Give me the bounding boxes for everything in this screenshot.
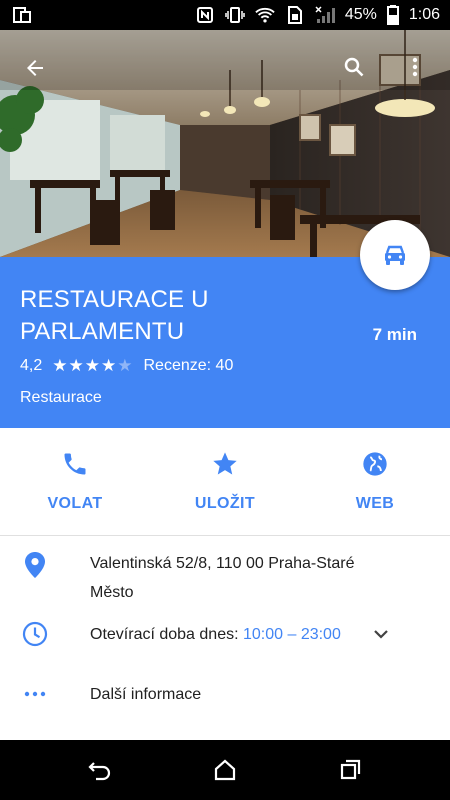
star-empty-icon: ★ bbox=[117, 356, 133, 375]
more-vert-icon bbox=[412, 57, 418, 77]
status-bar: 45% 1:06 bbox=[0, 0, 450, 30]
call-button[interactable]: VOLAT bbox=[0, 428, 150, 535]
travel-time: 7 min bbox=[372, 325, 417, 344]
wifi-icon bbox=[255, 6, 275, 24]
star-icon: ★ bbox=[101, 356, 117, 375]
car-icon bbox=[385, 245, 405, 265]
nav-back-button[interactable] bbox=[86, 756, 114, 784]
address-line-2: Město bbox=[90, 584, 134, 601]
star-icon: ★ bbox=[84, 356, 100, 375]
globe-icon bbox=[363, 452, 387, 476]
clock-icon bbox=[22, 621, 48, 647]
more-info-row[interactable]: Další informace bbox=[0, 680, 450, 710]
call-label: VOLAT bbox=[47, 495, 103, 512]
clock: 1:06 bbox=[408, 6, 440, 23]
sim-card-icon bbox=[285, 6, 305, 24]
address-line-1: Valentinská 52/8, 110 00 Praha-Staré bbox=[90, 555, 355, 572]
arrow-back-icon bbox=[27, 60, 43, 76]
system-nav-bar bbox=[0, 740, 450, 800]
nfc-icon bbox=[195, 6, 215, 24]
search-icon bbox=[344, 57, 364, 77]
battery-icon bbox=[386, 5, 399, 25]
nav-recents-button[interactable] bbox=[336, 756, 364, 784]
star-icon: ★ bbox=[68, 356, 84, 375]
back-icon bbox=[88, 762, 111, 781]
place-category: Restaurace bbox=[20, 389, 102, 406]
star-icon: ★ bbox=[52, 356, 68, 375]
recents-icon bbox=[340, 759, 361, 780]
directions-button[interactable] bbox=[360, 220, 430, 290]
chevron-down-icon[interactable] bbox=[372, 627, 390, 641]
screen-mirror-icon bbox=[13, 6, 31, 24]
phone-icon bbox=[64, 453, 86, 475]
signal-icon bbox=[315, 6, 335, 24]
place-pin-icon bbox=[22, 552, 48, 578]
review-count: Recenze: 40 bbox=[143, 357, 234, 374]
more-info-label: Další informace bbox=[90, 686, 202, 703]
rating-row[interactable]: 4,2 ★ ★ ★ ★ ★ Recenze: 40 bbox=[20, 357, 233, 375]
battery-percent: 45% bbox=[344, 6, 377, 23]
vibrate-icon bbox=[225, 6, 245, 24]
hours-label: Otevírací doba dnes: bbox=[90, 626, 243, 643]
opening-hours-row[interactable]: Otevírací doba dnes: 10:00 – 23:00 bbox=[0, 620, 450, 650]
action-bar: VOLAT ULOŽIT WEB bbox=[0, 428, 450, 536]
star-icon bbox=[213, 452, 237, 475]
website-label: WEB bbox=[355, 495, 395, 512]
more-horiz-icon bbox=[22, 681, 48, 707]
search-button[interactable] bbox=[334, 47, 374, 87]
more-options-button[interactable] bbox=[395, 47, 435, 87]
save-label: ULOŽIT bbox=[194, 495, 256, 512]
star-rating: ★ ★ ★ ★ ★ bbox=[52, 356, 133, 375]
rating-value: 4,2 bbox=[20, 357, 43, 374]
place-title: RESTAURACE U PARLAMENTU bbox=[20, 286, 209, 345]
home-icon bbox=[214, 759, 236, 781]
nav-home-button[interactable] bbox=[211, 756, 239, 784]
back-button[interactable] bbox=[15, 48, 55, 88]
hours-value: 10:00 – 23:00 bbox=[242, 626, 341, 643]
save-button[interactable]: ULOŽIT bbox=[150, 428, 300, 535]
website-button[interactable]: WEB bbox=[300, 428, 450, 535]
address-row[interactable]: Valentinská 52/8, 110 00 Praha-Staré Měs… bbox=[0, 548, 450, 610]
